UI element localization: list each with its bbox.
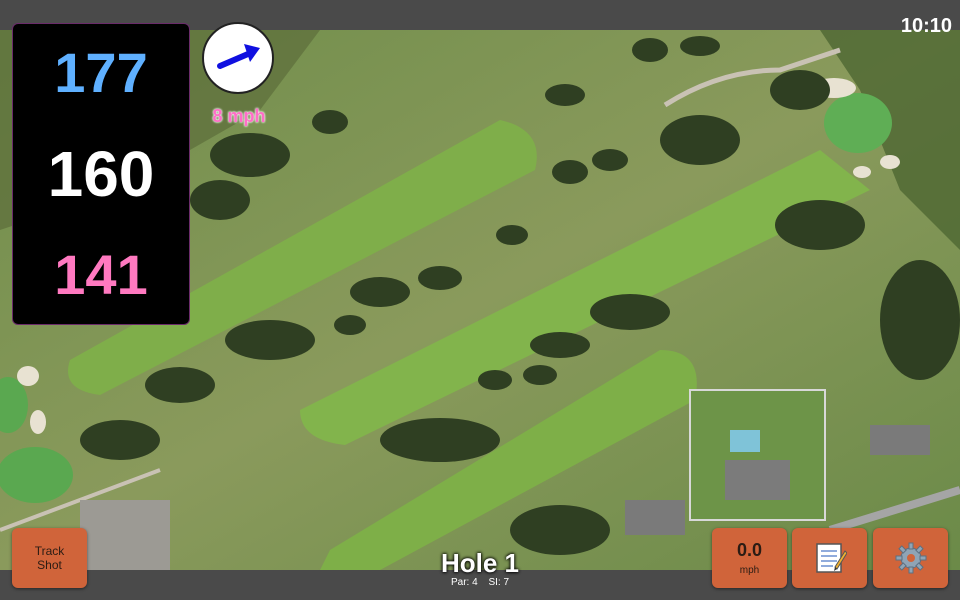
speed-value: 0.0 [736, 540, 763, 560]
speed-unit: mph [739, 565, 760, 576]
wind-arrow-icon [217, 44, 260, 69]
wind-speed-label: 8 mph [212, 106, 266, 126]
back-distance: 177 [54, 40, 148, 104]
distance-panel: 177 160 141 [12, 23, 190, 325]
hole-title: Hole 1 [440, 548, 520, 578]
notes-button[interactable] [792, 528, 867, 588]
status-clock: 10:10 [900, 15, 952, 37]
hole-par: Par: 4 [450, 577, 478, 588]
speed-button[interactable]: 0.0 mph [712, 528, 787, 588]
hole-stroke-index: SI: 7 [488, 577, 510, 588]
settings-button[interactable] [873, 528, 948, 588]
center-distance: 160 [47, 137, 155, 210]
notepad-icon [815, 543, 847, 573]
wind-indicator [202, 22, 274, 94]
track-shot-label-line2: Shot [37, 558, 62, 572]
gear-icon [895, 542, 926, 574]
hole-info: Par: 4 SI: 7 [380, 577, 580, 588]
track-shot-label-line1: Track [34, 543, 65, 558]
front-distance: 141 [54, 243, 148, 307]
track-shot-button[interactable]: Track Shot [12, 528, 87, 588]
